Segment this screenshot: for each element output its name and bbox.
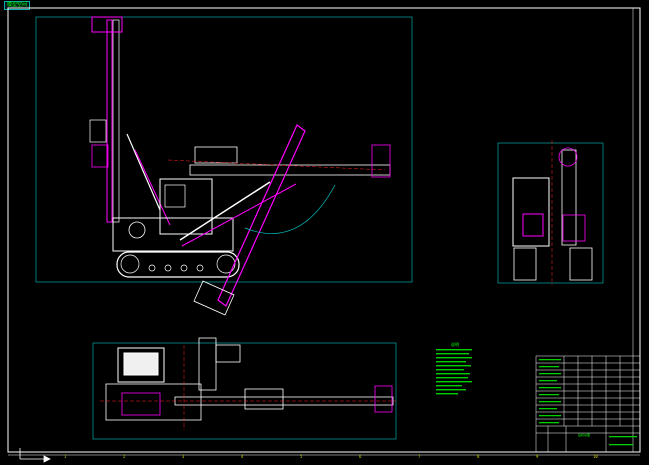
plan-seat bbox=[121, 392, 161, 416]
elevation-extent-box bbox=[35, 16, 413, 283]
boom-head bbox=[371, 144, 391, 178]
track-rollers bbox=[120, 254, 236, 274]
mast-clamp-upper bbox=[89, 119, 107, 143]
ruler-mark: 6 bbox=[359, 454, 362, 459]
ruler-mark: 10 bbox=[593, 454, 598, 459]
inclined-boom bbox=[217, 124, 306, 307]
drawing-canvas[interactable] bbox=[0, 0, 649, 465]
plan-turret-box bbox=[215, 344, 241, 363]
mast-rail-right bbox=[112, 19, 120, 223]
ruler-mark: 4 bbox=[241, 454, 244, 459]
lift-cylinder-2 bbox=[181, 183, 297, 247]
plan-cab-inner bbox=[123, 352, 159, 376]
inclined-boom-carriage bbox=[193, 280, 235, 316]
sheet-border bbox=[7, 7, 641, 453]
lift-cylinder bbox=[179, 181, 271, 241]
side-elevation-view bbox=[35, 16, 413, 316]
mast-rail-left bbox=[106, 19, 113, 223]
end-cab-window bbox=[522, 213, 544, 237]
notes-title: 说明 bbox=[451, 342, 459, 347]
drawing-title: 钻机总图 bbox=[578, 433, 591, 437]
mast-clamp-lower bbox=[91, 144, 109, 168]
horizontal-boom bbox=[189, 164, 391, 176]
engine-hub bbox=[128, 221, 146, 239]
cab-window bbox=[164, 184, 186, 208]
boom-motor bbox=[194, 146, 238, 164]
ruler-mark: 9 bbox=[536, 454, 539, 459]
ruler-mark: 2 bbox=[123, 454, 126, 459]
plan-boom-clamp bbox=[244, 388, 284, 410]
ruler-mark: 3 bbox=[182, 454, 185, 459]
crawler-track bbox=[116, 251, 240, 278]
end-track-right bbox=[569, 247, 593, 281]
end-track-left bbox=[513, 247, 537, 281]
cab-body bbox=[159, 178, 213, 235]
title-block bbox=[535, 355, 641, 453]
ruler-mark: 5 bbox=[300, 454, 303, 459]
ruler-mark: 8 bbox=[477, 454, 480, 459]
plan-turret bbox=[198, 337, 217, 391]
mast-support-cylinder bbox=[126, 133, 161, 211]
notes-lines bbox=[436, 349, 472, 395]
plan-view bbox=[92, 337, 397, 440]
ruler-mark: 1 bbox=[64, 454, 67, 459]
plan-boom-head bbox=[374, 385, 393, 413]
ruler-mark: 7 bbox=[418, 454, 421, 459]
end-view bbox=[497, 140, 604, 285]
end-motor bbox=[562, 214, 586, 242]
